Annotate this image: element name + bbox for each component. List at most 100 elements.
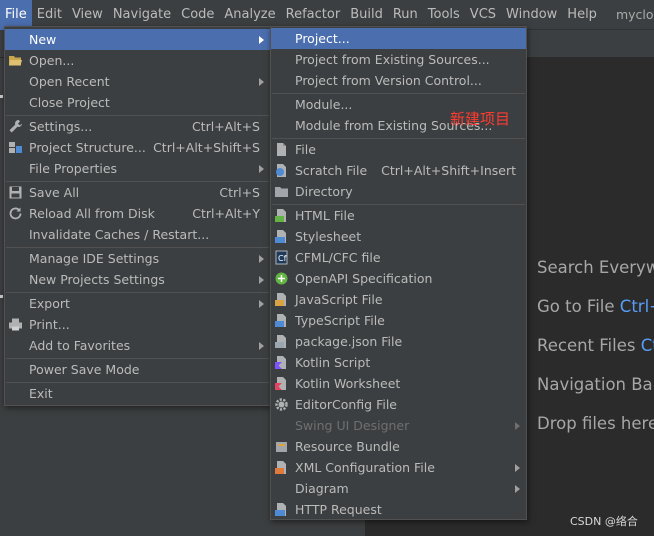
menu-item-label: Invalidate Caches / Restart... (29, 227, 210, 242)
menu-item-label: Project Structure... (29, 140, 146, 155)
menu-item-label: Save All (29, 185, 80, 200)
submenu-arrow-icon (259, 341, 264, 350)
menu-item-print[interactable]: Print... (5, 314, 270, 335)
menu-item-open[interactable]: Open... (5, 50, 270, 71)
javascript-file-icon (275, 293, 286, 306)
menu-item-add-to-favorites[interactable]: Add to Favorites (5, 335, 270, 356)
gear-icon (275, 398, 288, 411)
menu-item-label: Print... (29, 317, 70, 332)
menu-item-resource-bundle[interactable]: Resource Bundle (271, 436, 526, 457)
new-submenu: Project... Project from Existing Sources… (270, 26, 527, 520)
menu-item-swing-ui-designer[interactable]: Swing UI Designer (271, 415, 526, 436)
menu-item-label: Stylesheet (295, 229, 362, 244)
submenu-arrow-icon (259, 254, 264, 263)
menu-item-label: Close Project (29, 95, 110, 110)
submenu-arrow-icon (515, 463, 520, 472)
empty-editor-hints: Search Everywh Go to File Ctrl+ Recent F… (537, 258, 654, 453)
menu-item-kotlin-script[interactable]: Kotlin Script (271, 352, 526, 373)
css-file-icon (275, 230, 286, 243)
menu-item-label: TypeScript File (295, 313, 385, 328)
menu-item-label: Reload All from Disk (29, 206, 155, 221)
menu-item-label: Diagram (295, 481, 349, 496)
menu-item-export[interactable]: Export (5, 293, 270, 314)
annotation-new-project: 新建项目 (450, 110, 511, 128)
menu-item-file[interactable]: File (271, 139, 526, 160)
menu-item-label: Add to Favorites (29, 338, 131, 353)
menu-item-open-recent[interactable]: Open Recent (5, 71, 270, 92)
wrench-icon (9, 120, 22, 133)
xml-file-icon (275, 461, 286, 474)
menu-item-label: Kotlin Worksheet (295, 376, 401, 391)
menu-item-stylesheet[interactable]: Stylesheet (271, 226, 526, 247)
menu-item-label: package.json File (295, 334, 403, 349)
file-icon (277, 143, 286, 156)
package-json-icon (275, 335, 286, 348)
menu-item-label: Kotlin Script (295, 355, 371, 370)
menu-item-label: New (29, 32, 57, 47)
menu-item-label: OpenAPI Specification (295, 271, 433, 286)
menu-item-label: Resource Bundle (295, 439, 400, 454)
menu-item-close-project[interactable]: Close Project (5, 92, 270, 113)
menu-item-cfml-file[interactable]: Cf CFML/CFC file (271, 247, 526, 268)
submenu-arrow-icon (515, 484, 520, 493)
save-icon (9, 186, 22, 199)
menu-item-manage-ide-settings[interactable]: Manage IDE Settings (5, 248, 270, 269)
menu-item-label: Export (29, 296, 70, 311)
menu-item-diagram[interactable]: Diagram (271, 478, 526, 499)
menu-item-html-file[interactable]: HTML File (271, 205, 526, 226)
menu-item-power-save-mode[interactable]: Power Save Mode (5, 359, 270, 380)
menu-item-package-json[interactable]: package.json File (271, 331, 526, 352)
menu-item-reload[interactable]: Reload All from Disk Ctrl+Alt+Y (5, 203, 270, 224)
shortcut-label: Ctrl+Alt+S (191, 119, 260, 134)
menu-item-label: Manage IDE Settings (29, 251, 160, 266)
menu-item-label: Open... (29, 53, 75, 68)
menu-item-editorconfig[interactable]: EditorConfig File (271, 394, 526, 415)
menu-item-project-structure[interactable]: Project Structure... Ctrl+Alt+Shift+S (5, 137, 270, 158)
menu-item-http-request[interactable]: HTTP Request (271, 499, 526, 520)
panel-edge-marker (0, 295, 3, 298)
menu-item-project[interactable]: Project... (271, 28, 526, 49)
openapi-icon (275, 272, 288, 285)
menu-item-kotlin-worksheet[interactable]: Kotlin Worksheet (271, 373, 526, 394)
menu-item-new-projects-settings[interactable]: New Projects Settings (5, 269, 270, 290)
menu-item-project-from-vcs[interactable]: Project from Version Control... (271, 70, 526, 91)
menu-item-scratch-file[interactable]: Scratch File Ctrl+Alt+Shift+Insert (271, 160, 526, 181)
submenu-arrow-icon (259, 299, 264, 308)
typescript-file-icon (275, 314, 286, 327)
watermark: CSDN @络合 (570, 515, 638, 528)
submenu-arrow-icon (259, 275, 264, 284)
shortcut-label: Ctrl+S (219, 185, 260, 200)
menu-item-settings[interactable]: Settings... Ctrl+Alt+S (5, 116, 270, 137)
folder-open-icon (9, 56, 22, 66)
hint-navigation-bar: Navigation Bar (537, 375, 654, 394)
menu-item-file-properties[interactable]: File Properties (5, 158, 270, 179)
hint-search-everywhere: Search Everywh (537, 258, 654, 277)
menu-item-label: Project... (295, 31, 350, 46)
submenu-arrow-icon (259, 164, 264, 173)
menu-item-invalidate-caches[interactable]: Invalidate Caches / Restart... (5, 224, 270, 245)
shortcut-label: Ctrl+Alt+Y (192, 206, 260, 221)
menu-item-javascript-file[interactable]: JavaScript File (271, 289, 526, 310)
menu-item-openapi[interactable]: OpenAPI Specification (271, 268, 526, 289)
refresh-icon (9, 207, 22, 220)
menu-item-directory[interactable]: Directory (271, 181, 526, 202)
menu-item-label: Power Save Mode (29, 362, 140, 377)
menu-item-save-all[interactable]: Save All Ctrl+S (5, 182, 270, 203)
scratch-file-icon (276, 164, 286, 177)
menu-help[interactable]: Help (562, 0, 602, 30)
menu-item-label: CFML/CFC file (295, 250, 381, 265)
menu-item-new[interactable]: New (5, 29, 270, 50)
menu-item-exit[interactable]: Exit (5, 383, 270, 404)
panel-edge-marker (0, 95, 3, 98)
hint-drop-files: Drop files here (537, 414, 654, 433)
http-request-icon (275, 503, 286, 516)
project-structure-icon (9, 142, 22, 153)
menu-item-label: Exit (29, 386, 53, 401)
menu-item-typescript-file[interactable]: TypeScript File (271, 310, 526, 331)
submenu-arrow-icon (259, 35, 264, 44)
kotlin-worksheet-icon (275, 377, 286, 390)
menu-item-project-from-existing[interactable]: Project from Existing Sources... (271, 49, 526, 70)
file-menu: New Open... Open Recent Close Project Se… (4, 26, 271, 406)
kotlin-script-icon (275, 356, 286, 369)
menu-item-xml-configuration[interactable]: XML Configuration File (271, 457, 526, 478)
